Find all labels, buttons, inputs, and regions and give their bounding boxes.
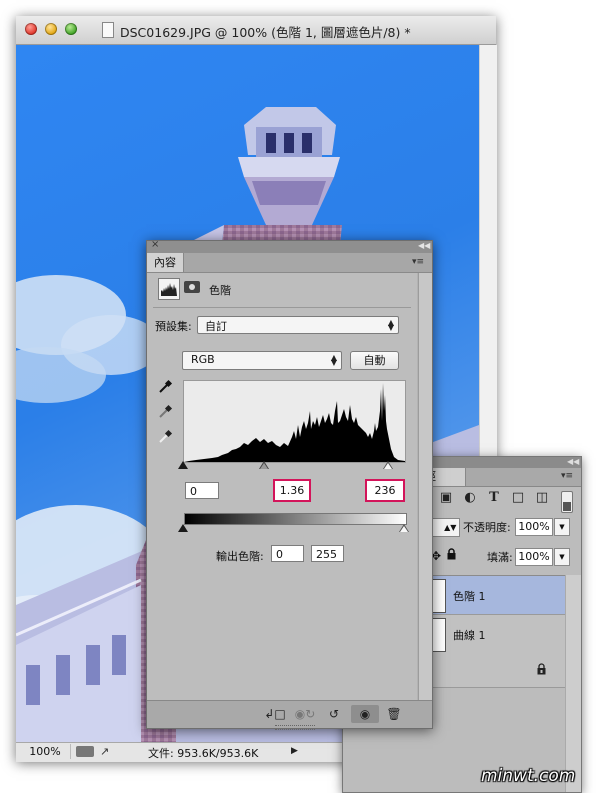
opacity-dropdown-button[interactable]: ▼ [554,518,570,536]
properties-bottombar: ↲□ ◉↻ ↺ ◉ 🗑 [147,700,432,730]
lock-all-icon[interactable] [447,548,456,560]
zoom-level-field[interactable]: 100% [20,744,71,759]
fill-label: 填滿: [487,551,513,564]
input-black-slider[interactable] [178,461,188,469]
auto-button[interactable]: 自動 [350,351,399,370]
document-icon [102,22,114,38]
document-size-status: 文件: 953.6K/953.6K [148,747,259,760]
input-gamma-field[interactable]: 1.36 [273,479,311,502]
collapse-icon[interactable]: ◀◀ [567,457,579,466]
fill-dropdown-button[interactable]: ▼ [554,548,570,566]
close-panel-icon[interactable]: × [151,239,159,250]
document-titlebar[interactable]: DSC01629.JPG @ 100% (色階 1, 圖層遮色片/8) * [16,16,496,45]
layers-scrollbar[interactable] [565,575,581,792]
zoom-window-button[interactable] [65,23,77,35]
delete-trash-icon[interactable]: 🗑 [383,705,405,723]
channel-value: RGB [191,353,215,366]
tab-properties[interactable]: 內容 [147,253,184,272]
mask-icon[interactable] [184,281,200,293]
layer-name[interactable]: 曲線 1 [453,627,486,643]
opacity-input[interactable]: 100% [515,518,553,536]
properties-tabbar: 內容 ▾≡ [147,253,432,273]
properties-panel: × ◀◀ 內容 ▾≡ 色階 預設集: 自訂 ▲ ▼ RGB ▲ ▼ 自動 0 1… [146,239,433,730]
input-white-field[interactable]: 236 [365,479,405,502]
type-filter-icon[interactable]: T [487,491,501,505]
gray-point-eyedropper-icon[interactable] [157,404,173,420]
minimize-window-button[interactable] [45,23,57,35]
adjustment-filter-icon[interactable]: ◐ [463,491,477,505]
fill-input[interactable]: 100% [515,548,553,566]
blend-mode-select[interactable]: ▲▼ [429,518,460,537]
channel-select[interactable]: RGB ▲ ▼ [182,351,342,370]
white-point-eyedropper-icon[interactable] [157,429,173,445]
watermark: minwt.com [481,766,576,786]
clip-to-layer-icon[interactable]: ↲□ [264,705,286,723]
visibility-eye-icon[interactable]: ◉ [351,705,379,723]
divider [153,307,411,308]
properties-scrollbar[interactable] [418,273,432,700]
resize-grip[interactable] [275,725,315,730]
view-previous-state-icon[interactable]: ◉↻ [294,705,316,723]
adjustment-title: 色階 [209,284,231,297]
collapse-icon[interactable]: ◀◀ [418,241,430,250]
black-point-eyedropper-icon[interactable] [157,379,173,395]
input-black-field[interactable]: 0 [185,482,219,499]
select-arrows-icon: ▲ ▼ [387,318,394,332]
layer-name[interactable]: 色階 1 [453,588,486,604]
properties-panel-header[interactable]: × ◀◀ [147,239,432,253]
input-gamma-slider[interactable] [259,461,269,469]
layer-lock-icon [537,663,546,675]
levels-adjustment-icon[interactable] [158,278,180,300]
select-arrows-icon: ▲ ▼ [330,353,337,367]
panel-menu-icon[interactable]: ▾≡ [561,471,573,481]
share-icon[interactable]: ↗ [100,745,109,758]
properties-content: 色階 預設集: 自訂 ▲ ▼ RGB ▲ ▼ 自動 0 1.36 236 輸出色… [147,273,417,700]
filter-toggle-switch[interactable] [561,491,573,513]
output-levels-gradient [184,513,407,525]
panel-menu-icon[interactable]: ▾≡ [412,257,424,267]
output-white-slider[interactable] [399,524,409,532]
output-black-slider[interactable] [178,524,188,532]
output-white-field[interactable]: 255 [311,545,344,562]
preset-select[interactable]: 自訂 ▲ ▼ [197,316,399,334]
input-white-slider[interactable] [383,461,393,469]
preset-label: 預設集: [155,320,192,333]
status-info-icon[interactable] [76,746,94,757]
histogram [183,380,406,463]
preset-value: 自訂 [205,320,227,333]
document-title: DSC01629.JPG @ 100% (色階 1, 圖層遮色片/8) * [120,25,411,40]
shape-filter-icon[interactable]: □ [511,491,525,505]
output-black-field[interactable]: 0 [271,545,304,562]
image-filter-icon[interactable]: ▣ [439,491,453,505]
output-levels-label: 輸出色階: [216,550,264,563]
smart-object-filter-icon[interactable]: ◫ [535,491,549,505]
close-window-button[interactable] [25,23,37,35]
status-menu-arrow-icon[interactable]: ▶ [291,746,298,756]
reset-icon[interactable]: ↺ [323,705,345,723]
opacity-label: 不透明度: [463,521,511,534]
